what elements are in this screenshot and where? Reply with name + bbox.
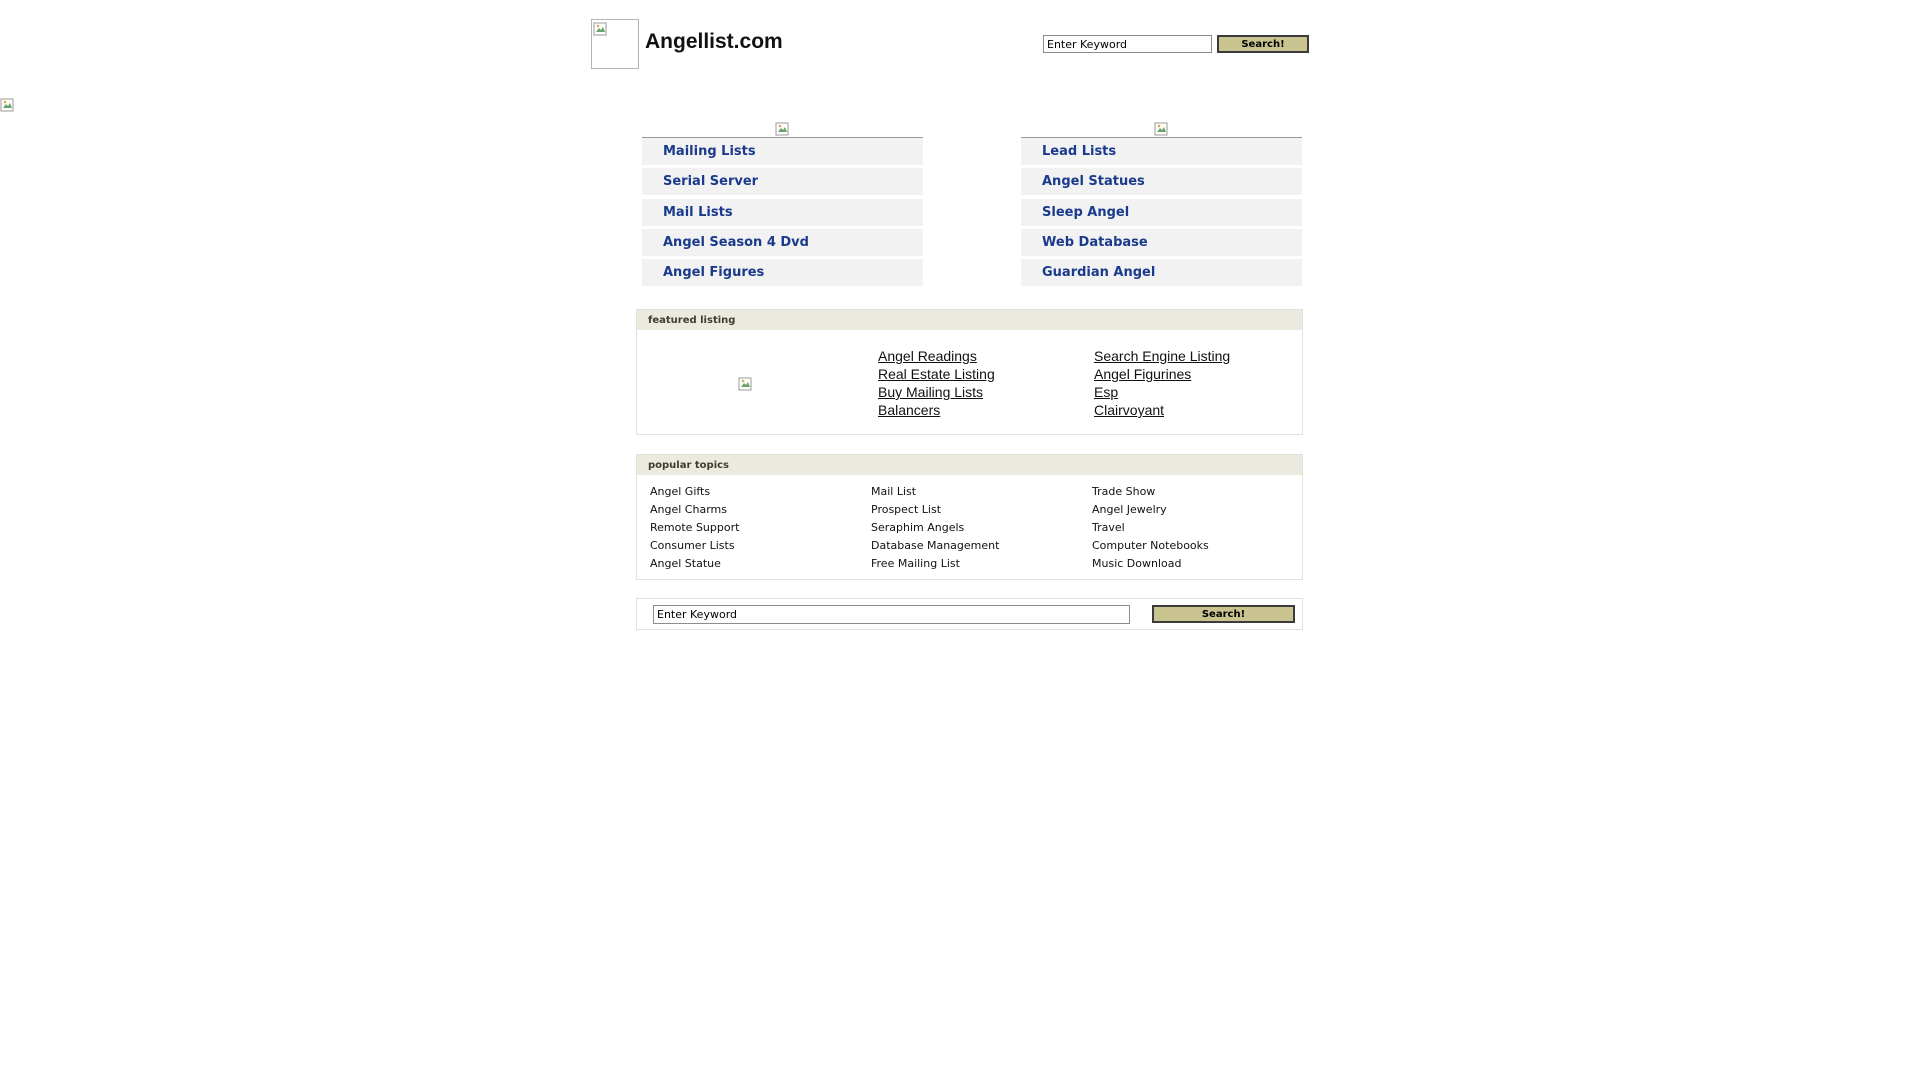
topic-link[interactable]: Angel Statue <box>650 557 721 570</box>
broken-image-icon <box>0 97 16 113</box>
nav-link[interactable]: Mail Lists <box>642 199 923 226</box>
topic-link[interactable]: Mail List <box>871 485 916 498</box>
topic-link[interactable]: Music Download <box>1092 557 1181 570</box>
featured-link[interactable]: Real Estate Listing <box>878 366 995 382</box>
broken-image-icon <box>775 121 791 137</box>
featured-link[interactable]: Angel Figurines <box>1094 366 1191 382</box>
broken-image-icon <box>738 376 754 392</box>
panel-heading: popular topics <box>637 455 1302 475</box>
topic-link[interactable]: Seraphim Angels <box>871 521 964 534</box>
panel-heading: featured listing <box>637 310 1302 330</box>
featured-link[interactable]: Buy Mailing Lists <box>878 384 983 400</box>
nav-link[interactable]: Angel Figures <box>642 259 923 286</box>
featured-link[interactable]: Esp <box>1094 384 1118 400</box>
nav-column-left: Mailing Lists Serial Server Mail Lists A… <box>642 121 923 291</box>
topic-link[interactable]: Trade Show <box>1092 485 1155 498</box>
topic-link[interactable]: Computer Notebooks <box>1092 539 1209 552</box>
search-button[interactable]: Search! <box>1152 605 1295 623</box>
featured-listing-panel: featured listing Angel Readings Real Est… <box>636 309 1303 435</box>
nav-link[interactable]: Web Database <box>1021 229 1302 256</box>
search-button[interactable]: Search! <box>1217 35 1309 53</box>
topic-link[interactable]: Consumer Lists <box>650 539 735 552</box>
featured-link[interactable]: Angel Readings <box>878 348 977 364</box>
topic-link[interactable]: Prospect List <box>871 503 941 516</box>
nav-link[interactable]: Guardian Angel <box>1021 259 1302 286</box>
nav-link[interactable]: Mailing Lists <box>642 138 923 165</box>
bottom-search-bar: Search! <box>636 598 1303 630</box>
nav-link[interactable]: Sleep Angel <box>1021 199 1302 226</box>
logo-image <box>591 19 639 69</box>
nav-link[interactable]: Angel Season 4 Dvd <box>642 229 923 256</box>
popular-topics-panel: popular topics Angel Gifts Angel Charms … <box>636 454 1303 580</box>
broken-image-icon <box>1154 121 1170 137</box>
nav-link[interactable]: Angel Statues <box>1021 168 1302 195</box>
topic-link[interactable]: Remote Support <box>650 521 739 534</box>
topic-link[interactable]: Free Mailing List <box>871 557 960 570</box>
topic-link[interactable]: Travel <box>1092 521 1125 534</box>
topic-link[interactable]: Angel Jewelry <box>1092 503 1167 516</box>
topic-link[interactable]: Angel Gifts <box>650 485 710 498</box>
broken-image-icon <box>593 21 609 37</box>
featured-link[interactable]: Clairvoyant <box>1094 402 1164 418</box>
featured-link[interactable]: Search Engine Listing <box>1094 348 1230 364</box>
topic-link[interactable]: Angel Charms <box>650 503 727 516</box>
featured-link[interactable]: Balancers <box>878 402 940 418</box>
site-title: Angellist.com <box>645 30 783 53</box>
search-input[interactable] <box>653 605 1130 624</box>
nav-column-right: Lead Lists Angel Statues Sleep Angel Web… <box>1021 121 1302 291</box>
search-input[interactable] <box>1043 35 1212 53</box>
nav-link[interactable]: Serial Server <box>642 168 923 195</box>
topic-link[interactable]: Database Management <box>871 539 999 552</box>
nav-link[interactable]: Lead Lists <box>1021 138 1302 165</box>
